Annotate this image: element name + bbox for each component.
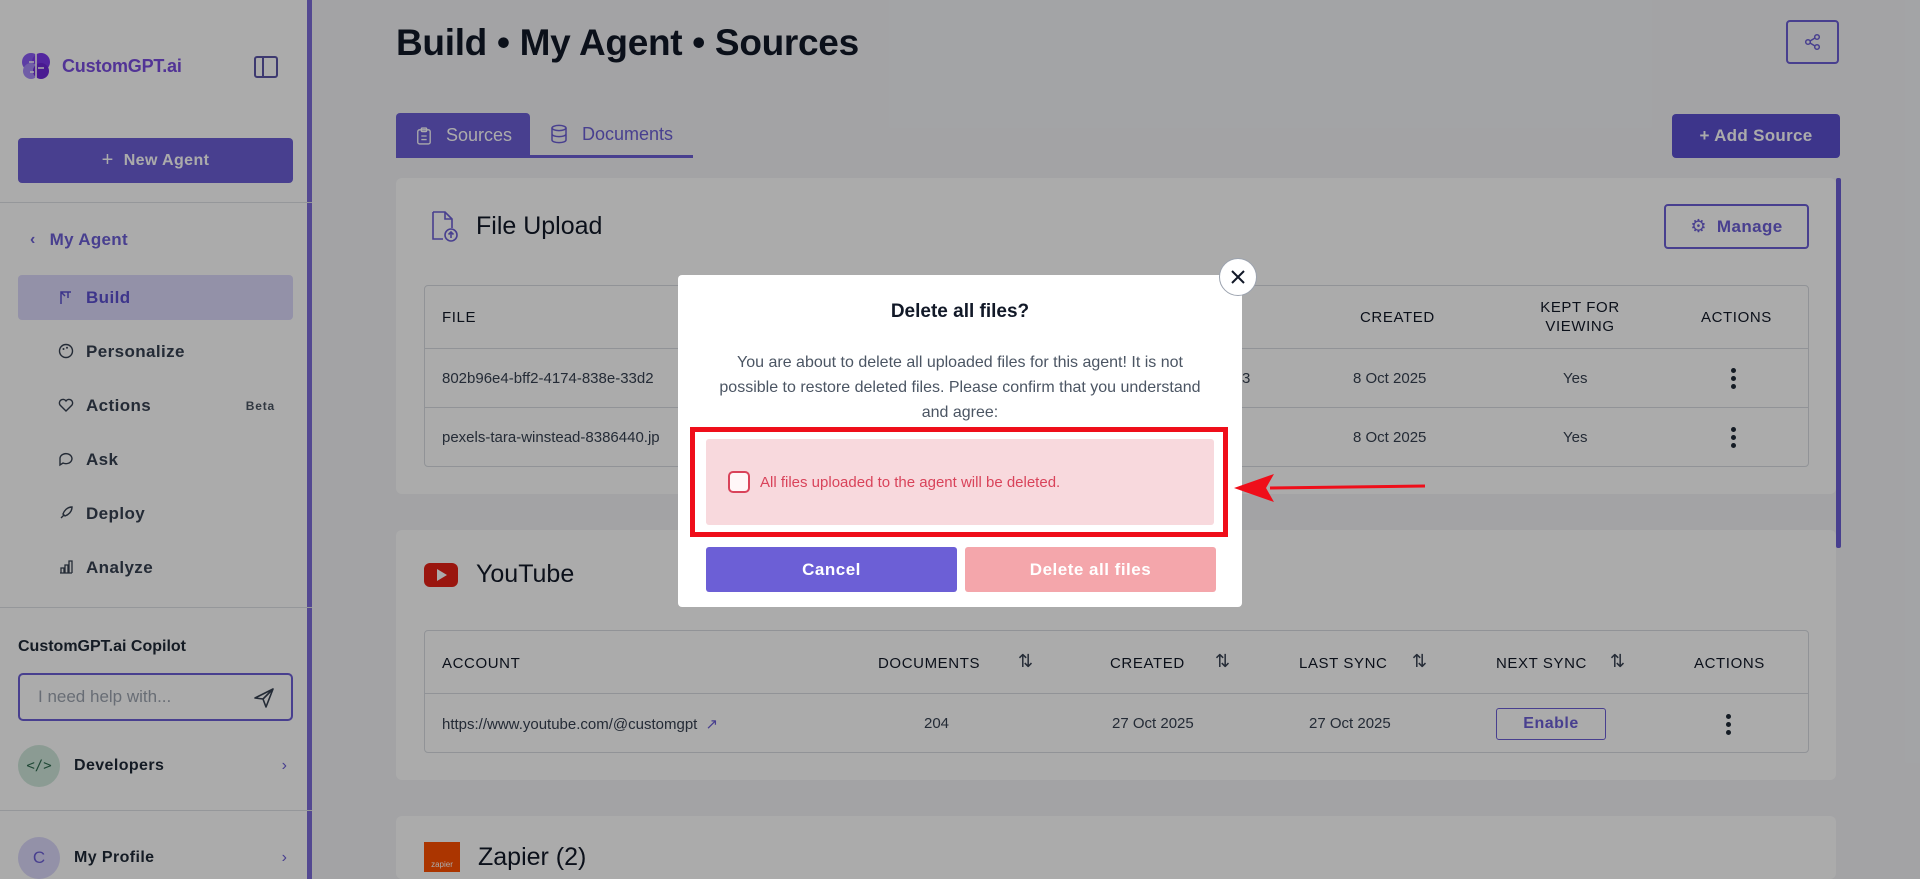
annotation-highlight-box [690, 427, 1228, 537]
cancel-button[interactable]: Cancel [706, 547, 957, 592]
close-icon [1231, 270, 1245, 284]
close-dialog-button[interactable] [1219, 258, 1257, 296]
dialog-title: Delete all files? [890, 301, 1030, 322]
annotation-arrow-icon [1234, 474, 1426, 502]
dialog-message: You are about to delete all uploaded fil… [719, 354, 1201, 421]
delete-all-files-button[interactable]: Delete all files [965, 547, 1216, 592]
